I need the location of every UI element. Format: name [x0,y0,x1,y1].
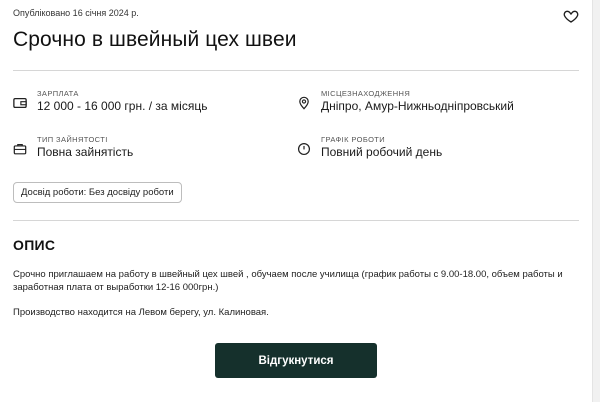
published-date: Опубліковано 16 січня 2024 р. [13,8,139,18]
employment-value: Повна зайнятість [37,145,134,159]
location-label: МІСЦЕЗНАХОДЖЕННЯ [321,89,411,98]
divider [13,220,579,221]
salary-label: ЗАРПЛАТА [37,89,79,98]
heart-icon[interactable] [563,8,579,24]
clock-icon [297,142,311,156]
wallet-icon [13,97,27,109]
vacancy-page: Опубліковано 16 січня 2024 р. Срочно в ш… [0,0,592,402]
description-text: Производство находится на Левом берегу, … [13,307,269,318]
divider [13,70,579,71]
scrollbar[interactable] [592,0,600,402]
location-pin-icon [299,96,309,110]
salary-value: 12 000 - 16 000 грн. / за місяць [37,99,208,113]
description-text: Срочно приглашаем на работу в швейный це… [13,269,563,293]
briefcase-icon [13,144,27,155]
description-heading: ОПИС [13,237,56,253]
employment-label: ТИП ЗАЙНЯТОСТІ [37,135,108,144]
experience-chip: Досвід роботи: Без досвіду роботи [13,182,182,203]
apply-button[interactable]: Відгукнутися [215,343,377,378]
location-value: Дніпро, Амур-Нижньодніпровський [321,99,514,113]
schedule-label: ГРАФІК РОБОТИ [321,135,386,144]
schedule-value: Повний робочий день [321,145,443,159]
vacancy-title: Срочно в швейный цех швеи [13,28,297,51]
